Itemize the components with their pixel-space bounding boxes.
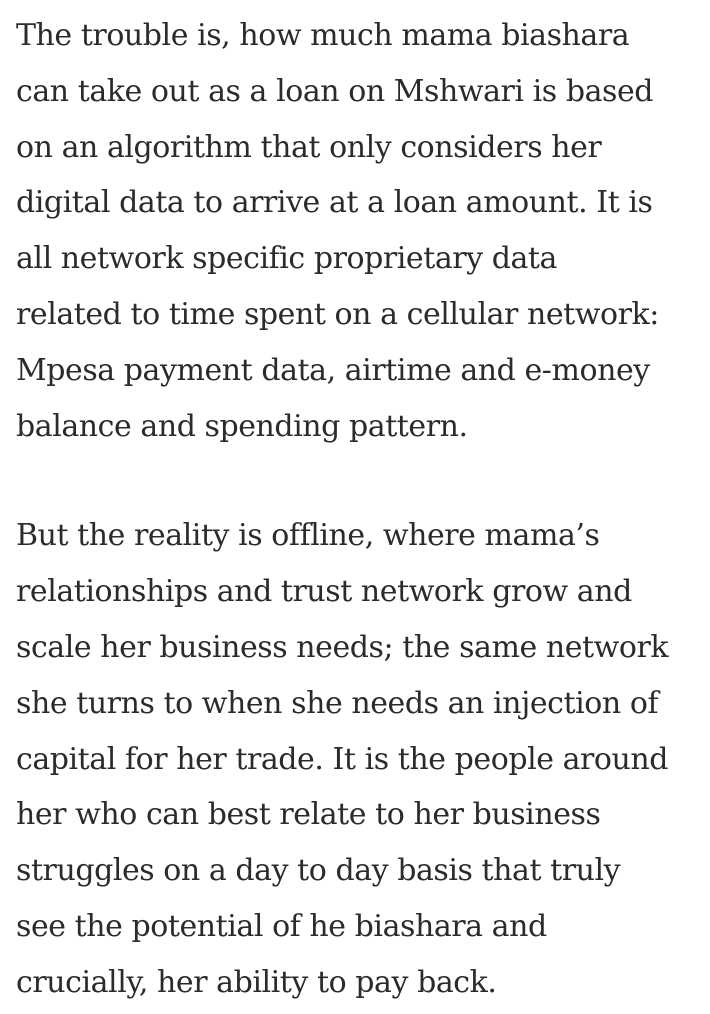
- paragraph-line: scale her business needs; the same netwo…: [16, 629, 669, 665]
- paragraph-1: The trouble is, how much mama biashara c…: [16, 8, 706, 454]
- paragraph-line: capital for her trade. It is the people …: [16, 741, 669, 777]
- paragraph-line: can take out as a loan on Mshwari is bas…: [16, 73, 654, 109]
- paragraph-line: But the reality is offline, where mama’s: [16, 518, 600, 554]
- paragraph-line: all network specific proprietary data: [16, 241, 557, 277]
- paragraph-line: The trouble is, how much mama biashara: [16, 18, 630, 53]
- paragraph-line: relationships and trust network grow and: [16, 574, 632, 610]
- paragraph-2: But the reality is offline, where mama’s…: [16, 508, 706, 1010]
- paragraph-line: on an algorithm that only considers her: [16, 129, 602, 165]
- paragraph-line: she turns to when she needs an injection…: [16, 685, 659, 721]
- paragraph-line: her who can best relate to her business: [16, 797, 601, 833]
- paragraph-line: related to time spent on a cellular netw…: [16, 296, 659, 332]
- paragraph-line: balance and spending pattern.: [16, 408, 468, 444]
- paragraph-line: digital data to arrive at a loan amount.…: [16, 185, 653, 221]
- paragraph-line: Mpesa payment data, airtime and e-money: [16, 352, 650, 388]
- paragraph-line: crucially, her ability to pay back.: [16, 964, 497, 1000]
- paragraph-line: struggles on a day to day basis that tru…: [16, 853, 621, 889]
- paragraph-line: see the potential of he biashara and: [16, 908, 547, 944]
- article-body: The trouble is, how much mama biashara c…: [16, 8, 706, 1011]
